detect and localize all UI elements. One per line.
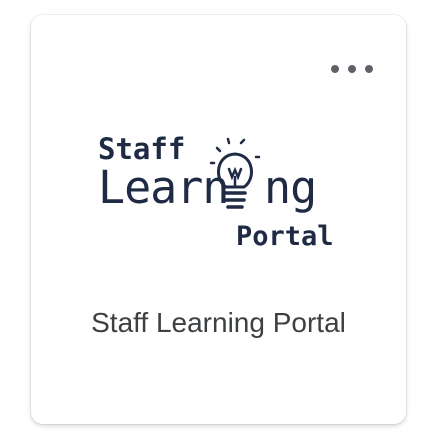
more-options-icon [331, 65, 339, 73]
more-options-button[interactable] [320, 53, 384, 85]
logo-word-learn: Learn [98, 161, 229, 214]
more-options-icon [365, 65, 373, 73]
logo-word-staff: Staff [98, 132, 186, 166]
logo-word-portal: Portal [236, 221, 334, 252]
app-logo: Staff Learn ng Portal [98, 135, 338, 255]
lightbulb-icon [210, 137, 261, 209]
app-tile-card[interactable]: Staff Learn ng Portal Staff Learning Por… [31, 15, 406, 424]
logo-word-ng: ng [264, 161, 317, 214]
more-options-icon [348, 65, 356, 73]
tile-title[interactable]: Staff Learning Portal [31, 303, 406, 343]
